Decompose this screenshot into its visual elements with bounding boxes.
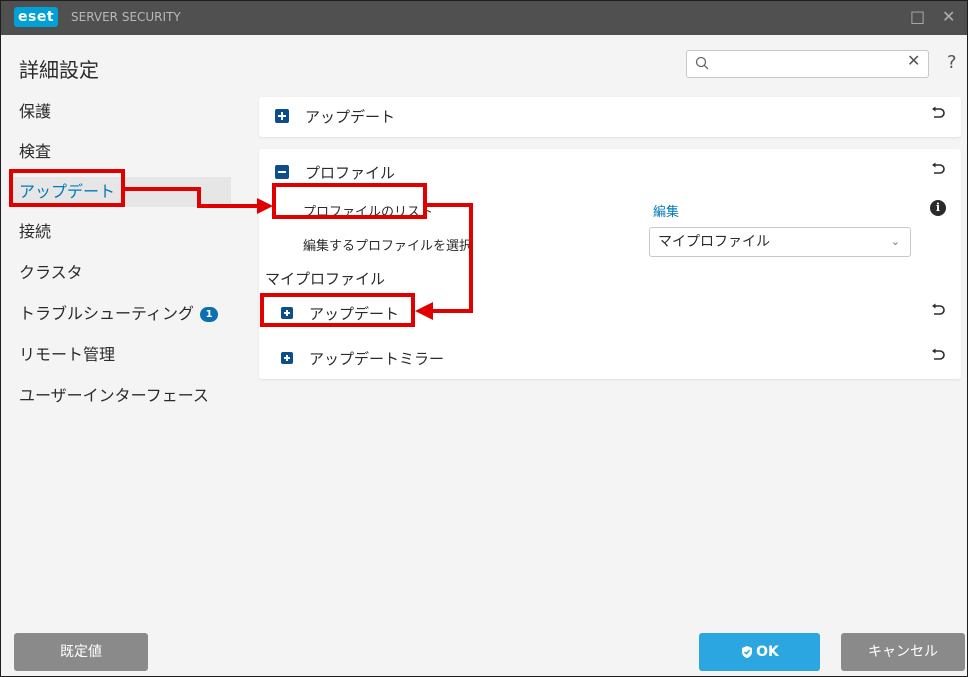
product-name: SERVER SECURITY: [71, 10, 181, 24]
header: 詳細設定 ✕ ?: [1, 35, 967, 95]
sidebar-item-remote-management[interactable]: リモート管理: [9, 340, 231, 370]
row-label: アップデートミラー: [309, 350, 445, 368]
search-icon: [695, 56, 709, 70]
revert-icon[interactable]: [929, 160, 947, 178]
clear-search-icon[interactable]: ✕: [907, 51, 920, 70]
notification-badge: 1: [200, 307, 219, 322]
info-icon[interactable]: i: [930, 200, 946, 216]
update-section-panel: アップデート: [259, 97, 961, 137]
ok-label: OK: [756, 644, 779, 660]
expand-icon[interactable]: [275, 109, 289, 123]
highlight-box-profile-list: [272, 183, 427, 219]
eset-logo: eset: [14, 7, 59, 27]
close-button[interactable]: ✕: [942, 8, 955, 26]
ok-button[interactable]: OK: [699, 633, 820, 671]
revert-icon[interactable]: [929, 104, 947, 122]
profile-mirror-row[interactable]: アップデートミラー: [259, 339, 961, 377]
maximize-button[interactable]: □: [910, 8, 925, 26]
search-box[interactable]: [686, 50, 929, 78]
expand-icon[interactable]: [281, 352, 293, 364]
highlight-box-update-menu: [9, 169, 125, 207]
page-title: 詳細設定: [19, 58, 99, 82]
sidebar-item-scan[interactable]: 検査: [9, 137, 231, 167]
section-label: アップデート: [305, 108, 396, 126]
sidebar-item-protection[interactable]: 保護: [9, 97, 231, 127]
shield-icon: [742, 646, 753, 658]
edit-profiles-link[interactable]: 編集: [653, 201, 679, 220]
section-label: プロファイル: [305, 164, 396, 182]
default-button[interactable]: 既定値: [14, 633, 148, 671]
profile-select-value: マイプロファイル: [658, 234, 770, 250]
sidebar-item-connection[interactable]: 接続: [9, 217, 231, 247]
select-profile-label: 編集するプロファイルを選択: [303, 239, 473, 254]
sidebar-item-cluster[interactable]: クラスタ: [9, 258, 231, 288]
sidebar-item-user-interface[interactable]: ユーザーインターフェース: [9, 381, 231, 411]
chevron-down-icon: ⌄: [890, 235, 900, 248]
search-input[interactable]: [715, 54, 899, 76]
help-icon[interactable]: ?: [947, 52, 957, 73]
sidebar-item-troubleshooting[interactable]: トラブルシューティング 1: [9, 299, 231, 329]
my-profile-title: マイプロファイル: [265, 270, 386, 288]
highlight-box-update-row: [260, 293, 415, 327]
revert-icon[interactable]: [929, 301, 947, 319]
app-window: eset SERVER SECURITY □ ✕ 詳細設定 ✕ ? 保護 検査 …: [0, 0, 968, 677]
cancel-button[interactable]: キャンセル: [841, 633, 965, 671]
sidebar-item-label: トラブルシューティング: [19, 304, 195, 323]
revert-icon[interactable]: [929, 346, 947, 364]
update-section-header[interactable]: アップデート: [259, 97, 961, 135]
title-bar: eset SERVER SECURITY □ ✕: [1, 1, 967, 35]
collapse-icon[interactable]: [275, 165, 289, 179]
profile-select[interactable]: マイプロファイル ⌄: [649, 227, 911, 257]
